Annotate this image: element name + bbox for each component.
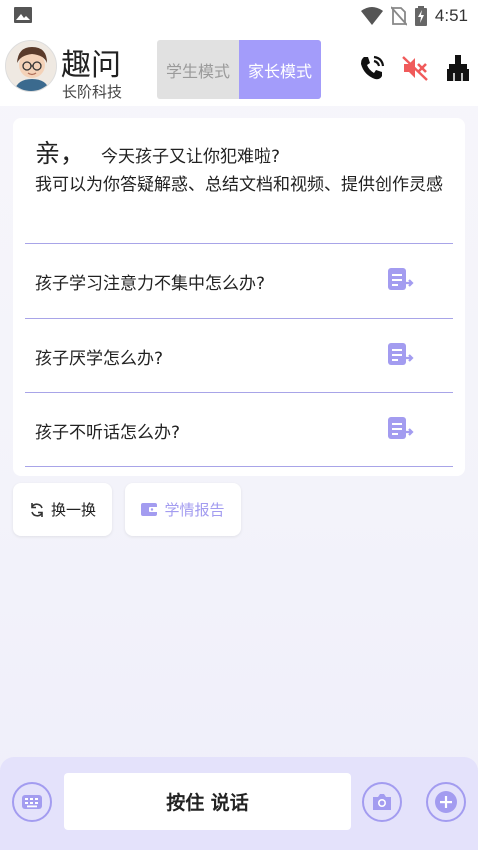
add-button[interactable]	[426, 782, 466, 822]
study-report-button[interactable]: 学情报告	[125, 483, 241, 536]
speaker-muted-icon[interactable]	[401, 54, 429, 82]
refresh-label: 换一换	[50, 501, 96, 519]
image-icon	[14, 7, 32, 23]
intro-text: 我可以为你答疑解惑、总结文档和视频、提供创作灵感	[35, 175, 443, 195]
refresh-icon	[31, 502, 43, 517]
question-item[interactable]: 孩子厌学怎么办?	[25, 319, 453, 393]
broom-icon[interactable]	[444, 54, 472, 82]
camera-icon	[373, 794, 391, 810]
camera-button[interactable]	[362, 782, 402, 822]
wifi-icon	[360, 7, 383, 25]
mode-toggle: 学生模式 家长模式	[157, 40, 321, 99]
status-bar: 4:51	[0, 0, 478, 32]
send-document-icon[interactable]	[387, 416, 415, 442]
avatar[interactable]	[5, 40, 57, 92]
greeting: 亲，	[35, 139, 86, 168]
keyboard-button[interactable]	[12, 782, 52, 822]
app-header: 趣问 长阶科技 学生模式 家长模式	[0, 32, 478, 106]
plus-icon	[435, 791, 457, 813]
keyboard-icon	[22, 795, 42, 809]
question-text: 孩子厌学怎么办?	[35, 349, 164, 369]
send-document-icon[interactable]	[387, 342, 415, 368]
question-text: 孩子学习注意力不集中怎么办?	[35, 274, 266, 294]
send-document-icon[interactable]	[387, 267, 415, 293]
question-item[interactable]: 孩子学习注意力不集中怎么办?	[25, 244, 453, 318]
battery-charging-icon	[414, 6, 427, 26]
bottom-input-bar: 按住 说话	[0, 757, 478, 850]
status-time: 4:51	[434, 6, 468, 25]
app-title: 趣问	[61, 48, 121, 83]
study-report-label: 学情报告	[164, 501, 225, 519]
refresh-button[interactable]: 换一换	[13, 483, 112, 536]
app-subtitle: 长阶科技	[62, 83, 123, 101]
greeting-line: 今天孩子又让你犯难啦?	[101, 147, 281, 167]
question-text: 孩子不听话怎么办?	[35, 423, 181, 443]
suggestion-card: 亲， 今天孩子又让你犯难啦? 我可以为你答疑解惑、总结文档和视频、提供创作灵感 …	[13, 118, 465, 476]
parent-mode-button[interactable]: 家长模式	[239, 40, 321, 99]
hold-to-talk-button[interactable]: 按住 说话	[64, 773, 351, 830]
question-item[interactable]: 孩子不听话怎么办?	[25, 393, 453, 467]
student-mode-button[interactable]: 学生模式	[157, 40, 239, 99]
cartoon-avatar-image	[6, 41, 56, 91]
phone-call-icon[interactable]	[358, 54, 386, 82]
no-sim-icon	[390, 6, 407, 26]
wallet-icon	[141, 503, 159, 516]
divider	[25, 466, 453, 467]
